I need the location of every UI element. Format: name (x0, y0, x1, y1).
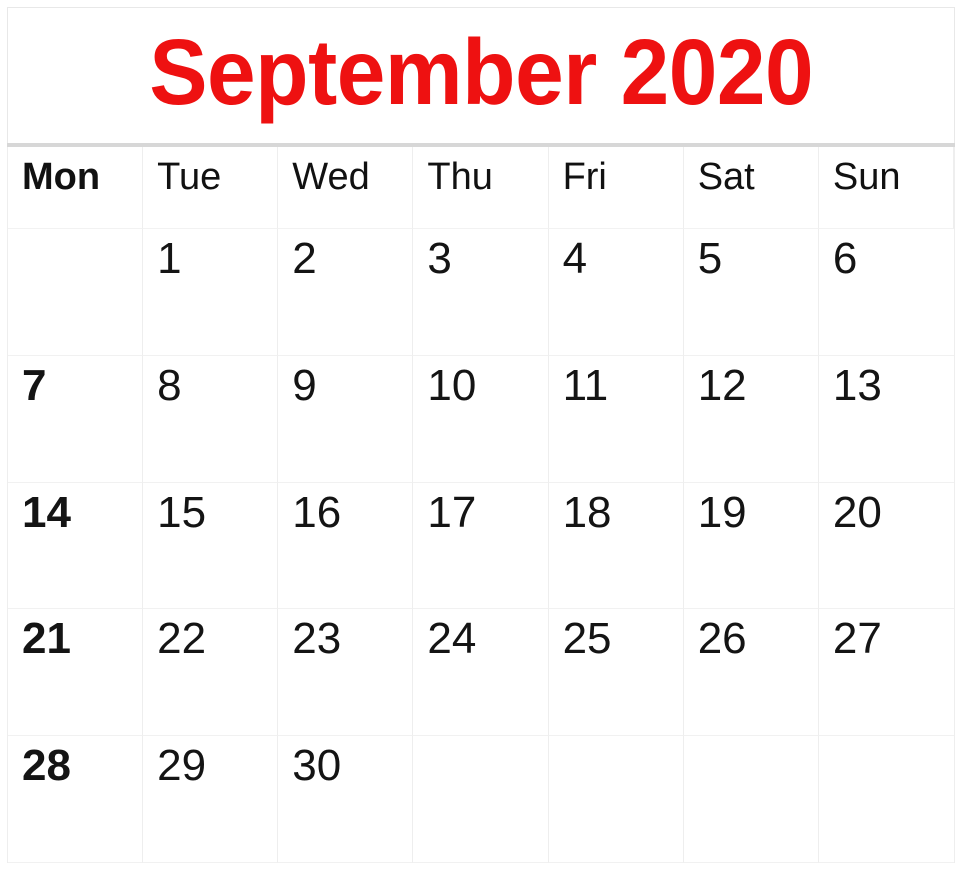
day-cell-empty (413, 736, 549, 863)
day-cell[interactable]: 1 (143, 229, 279, 356)
day-cell-empty (683, 736, 819, 863)
calendar-page: September 2020 Mon Tue Wed Thu Fri Sat Sun 1 2 3 4… (0, 0, 963, 877)
day-number: 23 (292, 614, 342, 664)
day-number: 30 (292, 741, 342, 791)
day-number: 18 (562, 487, 612, 537)
day-cell[interactable]: 11 (548, 355, 684, 483)
day-cell[interactable]: 26 (683, 609, 819, 737)
day-cell[interactable]: 3 (413, 229, 549, 356)
weekday-header-thu: Thu (413, 147, 549, 229)
day-number: 26 (697, 614, 747, 664)
day-cell[interactable]: 29 (143, 736, 279, 863)
day-number: 29 (157, 741, 207, 791)
day-number: 5 (697, 234, 723, 283)
weekday-header-label: Mon (22, 156, 101, 198)
day-number: 2 (292, 234, 317, 283)
weekday-header-label: Sun (832, 156, 901, 198)
weekday-header-label: Fri (562, 156, 607, 198)
day-cell[interactable]: 5 (683, 229, 819, 356)
day-cell[interactable]: 10 (413, 355, 549, 483)
day-cell[interactable]: 7 (8, 355, 144, 483)
day-number: 9 (292, 360, 317, 410)
day-cell[interactable]: 24 (413, 609, 549, 737)
day-cell-empty (818, 736, 954, 863)
day-cell[interactable]: 17 (413, 482, 549, 610)
page-title: September 2020 (148, 20, 814, 124)
day-cell[interactable]: 25 (548, 609, 684, 737)
calendar-title-band: September 2020 (7, 7, 955, 143)
weekday-header-sun: Sun (818, 147, 954, 229)
day-cell[interactable]: 20 (818, 482, 954, 610)
day-cell[interactable]: 16 (278, 482, 414, 610)
weekday-header-mon: Mon (8, 147, 144, 229)
day-number: 1 (157, 234, 182, 283)
day-number: 17 (427, 487, 477, 537)
weekday-header-fri: Fri (548, 147, 684, 229)
day-cell[interactable]: 22 (143, 609, 279, 737)
weekday-header-label: Wed (292, 156, 370, 198)
day-cell[interactable]: 27 (818, 609, 954, 737)
day-cell[interactable]: 4 (548, 229, 684, 356)
day-number: 3 (427, 234, 452, 283)
weekday-header-sat: Sat (683, 147, 819, 229)
day-cell[interactable]: 13 (818, 355, 954, 483)
day-number: 8 (157, 360, 182, 410)
day-cell[interactable]: 21 (8, 609, 144, 737)
day-number: 21 (22, 614, 71, 664)
weekday-header-wed: Wed (278, 147, 414, 229)
day-number: 27 (832, 614, 882, 664)
day-number: 24 (427, 614, 477, 664)
weekday-header-tue: Tue (143, 147, 279, 229)
day-number: 10 (427, 360, 477, 410)
day-number: 16 (292, 487, 342, 537)
day-number: 11 (562, 360, 609, 410)
day-cell[interactable]: 9 (278, 355, 414, 483)
day-number: 25 (562, 614, 612, 664)
weekday-header-label: Sat (697, 156, 755, 198)
day-cell[interactable]: 30 (278, 736, 414, 863)
day-cell[interactable]: 6 (818, 229, 954, 356)
day-number: 28 (22, 741, 71, 791)
day-number: 4 (562, 234, 588, 283)
weekday-header-label: Tue (157, 156, 222, 198)
day-cell-empty (548, 736, 684, 863)
day-cell[interactable]: 8 (143, 355, 279, 483)
day-cell[interactable]: 2 (278, 229, 414, 356)
day-cell[interactable]: 18 (548, 482, 684, 610)
day-number: 19 (697, 487, 747, 537)
day-cell[interactable]: 15 (143, 482, 279, 610)
day-number: 12 (697, 360, 747, 410)
day-number: 15 (157, 487, 207, 537)
calendar-grid: Mon Tue Wed Thu Fri Sat Sun 1 2 3 4 5 6 7 8 9 10 11 12 13 14… (7, 147, 955, 863)
day-number: 13 (832, 360, 882, 410)
day-number: 7 (22, 360, 47, 410)
day-cell-empty (8, 229, 144, 356)
day-cell[interactable]: 23 (278, 609, 414, 737)
day-cell[interactable]: 28 (8, 736, 144, 863)
day-cell[interactable]: 14 (8, 482, 144, 610)
day-number: 22 (157, 614, 207, 664)
weekday-header-label: Thu (427, 156, 493, 198)
day-number: 20 (832, 487, 882, 537)
day-cell[interactable]: 12 (683, 355, 819, 483)
day-number: 6 (832, 234, 858, 283)
day-number: 14 (22, 487, 71, 537)
day-cell[interactable]: 19 (683, 482, 819, 610)
